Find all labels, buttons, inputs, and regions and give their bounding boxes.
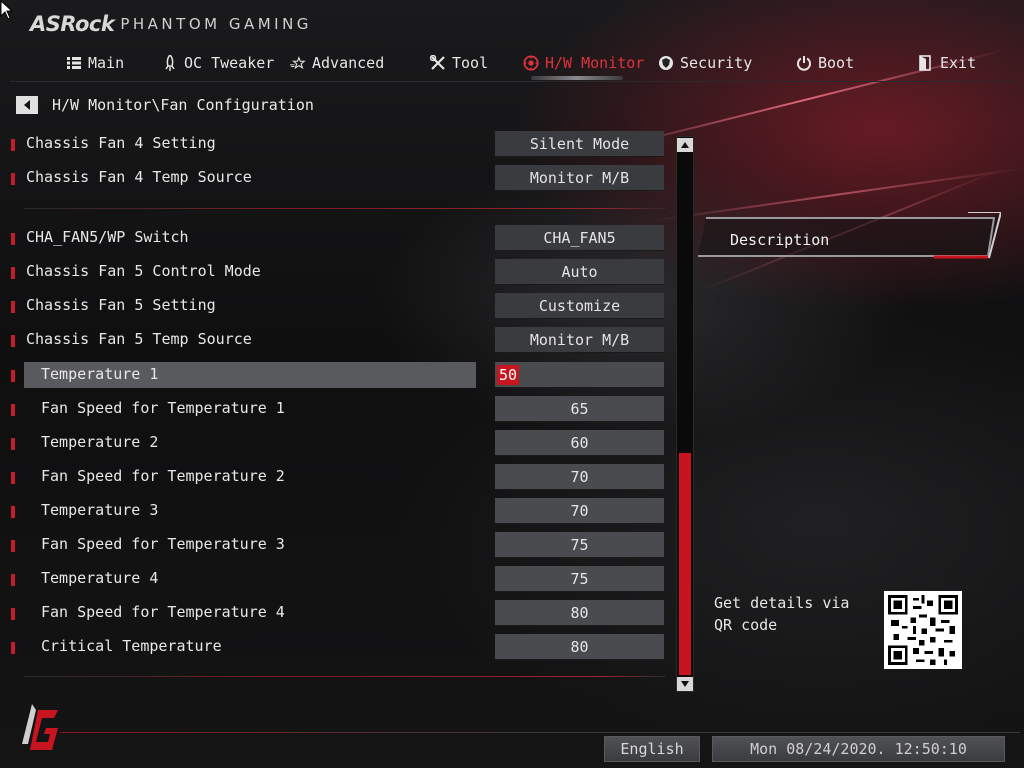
nav-divider [10, 81, 1014, 82]
tab-label: OC Tweaker [184, 54, 275, 72]
back-button[interactable] [16, 96, 38, 114]
tab-hw-monitor[interactable]: H/W Monitor [523, 48, 644, 78]
mouse-cursor-icon [0, 0, 14, 20]
row-marker [11, 370, 15, 382]
description-title: Description [730, 231, 830, 249]
tab-main[interactable]: Main [66, 48, 124, 78]
arrow-left-icon [24, 100, 30, 110]
row-marker [11, 173, 15, 185]
brand-name: ASRock [30, 12, 115, 36]
tab-label: Exit [940, 54, 977, 72]
row-marker [11, 139, 15, 151]
setting-label: Temperature 4 [41, 569, 159, 587]
tab-exit[interactable]: Exit [918, 48, 976, 78]
tab-label: H/W Monitor [545, 54, 645, 72]
setting-label: Temperature 3 [41, 501, 159, 519]
scroll-thumb[interactable] [679, 453, 691, 675]
row-marker [11, 335, 15, 347]
setting-value[interactable]: 65 [495, 396, 664, 422]
row-marker [11, 540, 15, 552]
section-divider [24, 208, 666, 209]
language-button[interactable]: English [604, 736, 700, 762]
row-marker [11, 642, 15, 654]
tab-label: Main [88, 54, 125, 72]
row-marker [11, 233, 15, 245]
rocket-icon [162, 55, 178, 71]
scroll-down-button[interactable] [677, 677, 693, 691]
setting-label: Chassis Fan 5 Setting [26, 296, 216, 314]
tab-tool[interactable]: Tool [430, 48, 488, 78]
brand-logo: ASRock PHANTOM GAMING [30, 12, 312, 36]
brand-subtitle: PHANTOM GAMING [120, 15, 312, 33]
setting-label: Critical Temperature [41, 637, 222, 655]
tab-security[interactable]: Security [658, 48, 752, 78]
power-icon [796, 55, 812, 71]
setting-label: Fan Speed for Temperature 4 [41, 603, 285, 621]
row-marker [11, 608, 15, 620]
phantom-gaming-logo [22, 704, 58, 750]
setting-label: Temperature 2 [41, 433, 159, 451]
row-marker [11, 404, 15, 416]
section-divider [24, 676, 666, 677]
setting-value[interactable]: Silent Mode [495, 131, 664, 157]
top-nav: Main OC Tweaker Advanced Tool H/W Monito… [0, 48, 1024, 82]
setting-value[interactable]: Monitor M/B [495, 165, 664, 191]
setting-label: Chassis Fan 4 Temp Source [26, 168, 252, 186]
setting-value[interactable]: 80 [495, 634, 664, 660]
setting-label: Fan Speed for Temperature 2 [41, 467, 285, 485]
setting-label: Fan Speed for Temperature 1 [41, 399, 285, 417]
setting-value[interactable]: 75 [495, 566, 664, 592]
setting-label: Chassis Fan 5 Temp Source [26, 330, 252, 348]
setting-value[interactable]: 70 [495, 498, 664, 524]
shield-icon [658, 55, 674, 71]
tab-label: Advanced [312, 54, 385, 72]
tab-label: Tool [452, 54, 489, 72]
breadcrumb-path: H/W Monitor\Fan Configuration [52, 96, 314, 114]
setting-label: CHA_FAN5/WP Switch [26, 228, 189, 246]
setting-label: Chassis Fan 5 Control Mode [26, 262, 261, 280]
setting-value[interactable]: Auto [495, 259, 664, 285]
scrollbar[interactable] [676, 136, 694, 692]
value-edit-text[interactable]: 50 [497, 364, 520, 385]
tools-icon [430, 55, 446, 71]
breadcrumb: H/W Monitor\Fan Configuration [16, 95, 314, 115]
row-marker [11, 574, 15, 586]
tab-label: Boot [818, 54, 855, 72]
footer-line [60, 732, 1020, 733]
setting-value[interactable]: CHA_FAN5 [495, 225, 664, 251]
monitor-gauge-icon [523, 55, 539, 71]
row-marker [11, 267, 15, 279]
row-marker [11, 506, 15, 518]
qr-caption: Get details via QR code [714, 594, 850, 634]
datetime-display: Mon 08/24/2020. 12:50:10 [712, 736, 1005, 762]
star-icon [290, 55, 306, 71]
setting-value[interactable]: 80 [495, 600, 664, 626]
row-marker [11, 472, 15, 484]
exit-icon [918, 55, 934, 71]
setting-value[interactable]: 60 [495, 430, 664, 456]
row-marker [11, 438, 15, 450]
active-tab-indicator [531, 76, 623, 80]
setting-label: Fan Speed for Temperature 3 [41, 535, 285, 553]
setting-value[interactable]: Customize [495, 293, 664, 319]
setting-label: Chassis Fan 4 Setting [26, 134, 216, 152]
tab-oc-tweaker[interactable]: OC Tweaker [162, 48, 274, 78]
tab-advanced[interactable]: Advanced [290, 48, 384, 78]
tab-boot[interactable]: Boot [796, 48, 854, 78]
qr-code [884, 591, 962, 669]
setting-label: Temperature 1 [41, 365, 159, 383]
list-icon [66, 55, 82, 71]
arrow-up-icon [681, 142, 689, 148]
tab-label: Security [680, 54, 753, 72]
arrow-down-icon [681, 681, 689, 687]
row-marker [11, 301, 15, 313]
setting-value[interactable]: Monitor M/B [495, 327, 664, 353]
setting-value-input[interactable]: 50 [495, 362, 664, 388]
scroll-up-button[interactable] [677, 138, 693, 152]
setting-value[interactable]: 70 [495, 464, 664, 490]
setting-value[interactable]: 75 [495, 532, 664, 558]
